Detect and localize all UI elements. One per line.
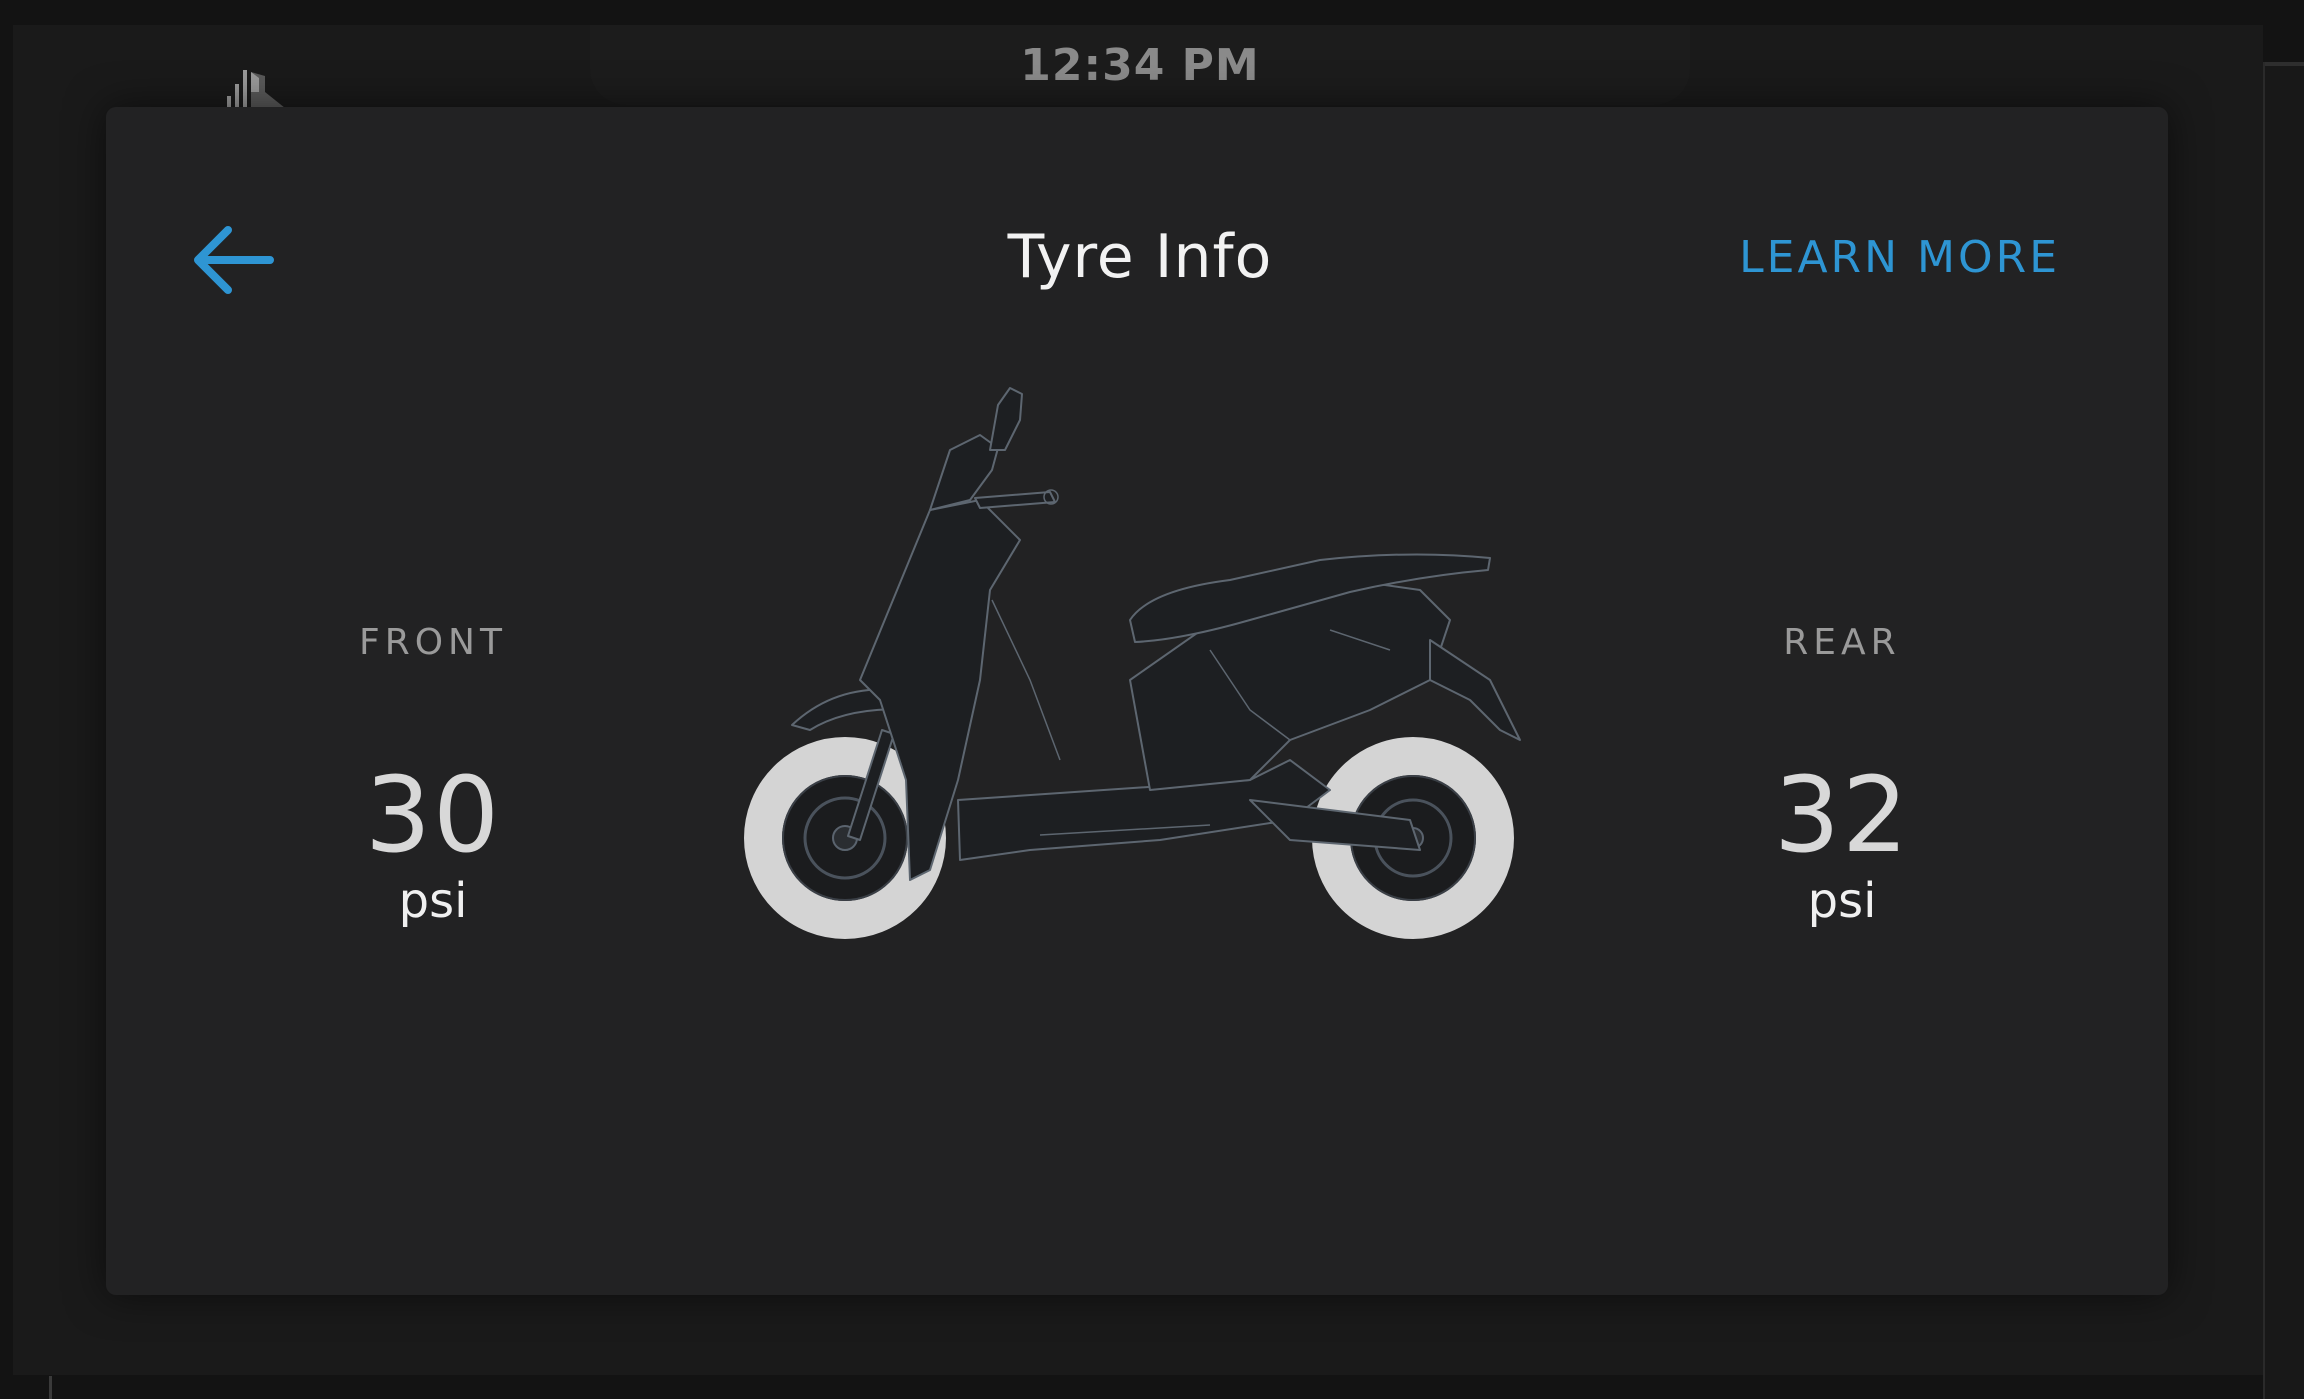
status-clock: 12:34 PM: [1020, 40, 1260, 91]
front-tyre-unit: psi: [398, 873, 468, 929]
scooter-illustration: [730, 380, 1550, 950]
page-title: Tyre Info: [1007, 222, 1273, 292]
rear-tyre-pressure: 32: [1773, 754, 1911, 876]
front-tyre-label: FRONT: [359, 622, 507, 663]
learn-more-link[interactable]: LEARN MORE: [1700, 232, 2060, 283]
rear-tyre-unit: psi: [1807, 873, 1877, 929]
frame-edge: [49, 1376, 52, 1399]
arrow-left-icon: [194, 226, 274, 294]
rear-tyre-info: REAR 32 psi: [1692, 618, 1992, 929]
rear-tyre-label: REAR: [1783, 622, 1901, 663]
front-tyre-pressure: 30: [364, 754, 502, 876]
back-button[interactable]: [190, 222, 276, 298]
front-wheel-icon: [744, 737, 946, 939]
side-frame: [2263, 62, 2304, 1399]
signal-icon: [225, 66, 285, 110]
front-tyre-info: FRONT 30 psi: [283, 618, 583, 929]
